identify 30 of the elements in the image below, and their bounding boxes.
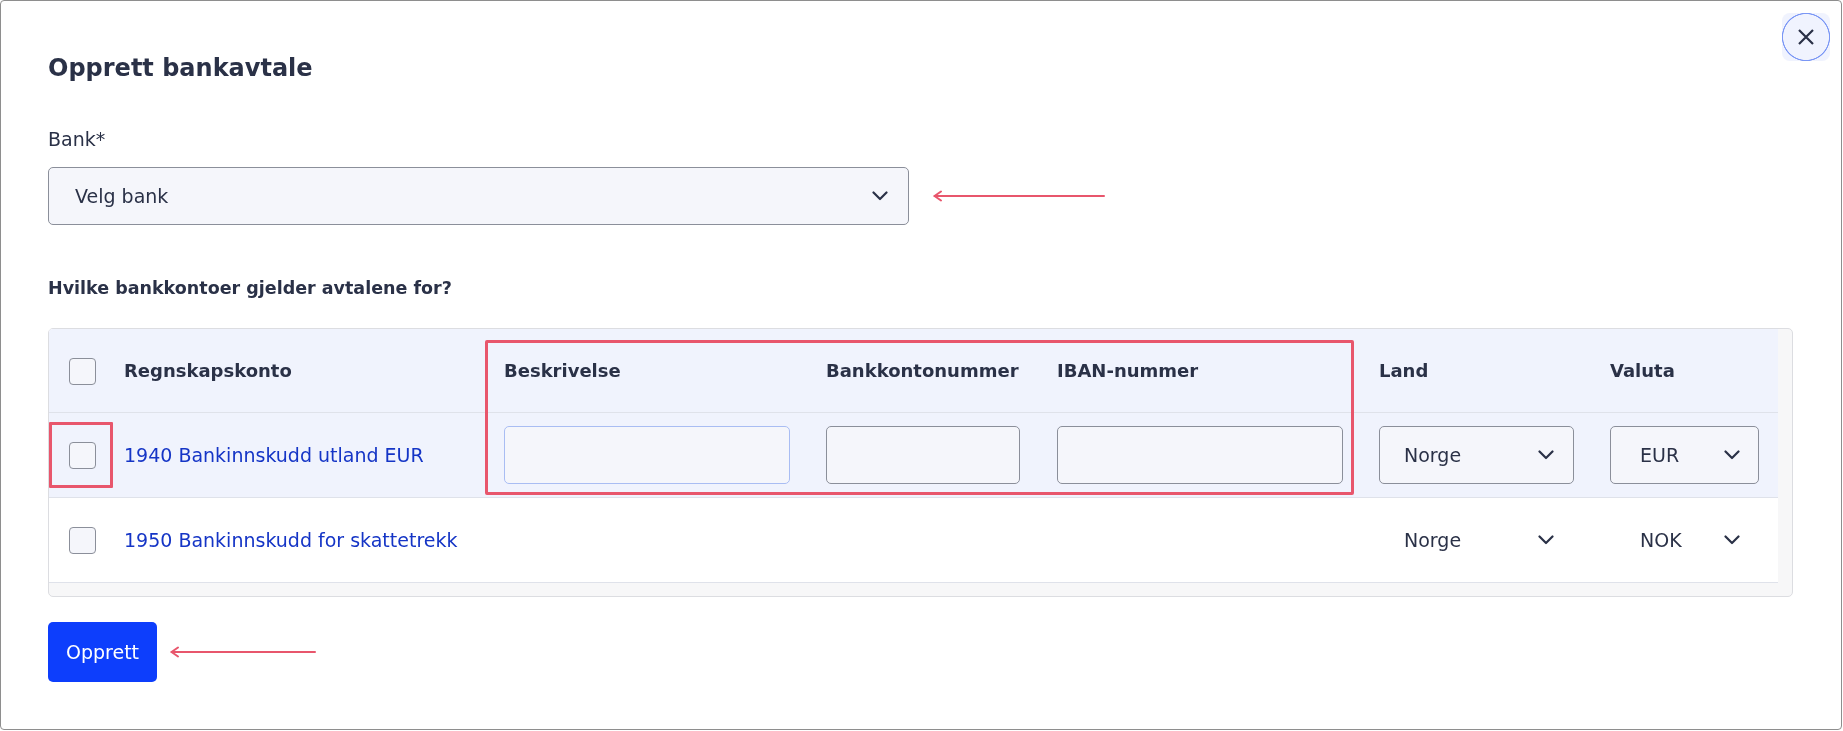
chevron-down-icon (872, 191, 888, 201)
field-label: Bank* (48, 127, 106, 151)
account-link[interactable]: 1950 Bankinnskudd for skattetrekk (124, 529, 458, 551)
column-header: Regnskapskonto (124, 360, 292, 381)
submit-button[interactable]: Opprett (48, 622, 158, 682)
column-header: Beskrivelse (504, 360, 621, 381)
checkbox[interactable] (69, 442, 96, 469)
dialog-title: Opprett bankavtale (48, 53, 313, 83)
country-select[interactable]: Norge (1379, 426, 1574, 484)
close-button[interactable] (1782, 13, 1830, 61)
column-header: IBAN-nummer (1057, 360, 1199, 381)
checkbox[interactable] (69, 527, 96, 554)
column-header: Valuta (1610, 360, 1675, 381)
account-number-input[interactable] (826, 426, 1020, 484)
country-select[interactable]: Norge (1379, 511, 1574, 569)
chevron-down-icon (1538, 450, 1554, 460)
bank-select[interactable]: Velg bank (48, 167, 909, 225)
chevron-down-icon (1724, 535, 1740, 545)
column-header: Bankkontonummer (826, 360, 1019, 381)
description-input[interactable] (504, 426, 790, 484)
iban-input[interactable] (1057, 426, 1343, 484)
section-heading: Hvilke bankkontoer gjelder avtalene for? (48, 277, 452, 300)
close-icon (1797, 28, 1815, 46)
checkbox[interactable] (69, 357, 96, 385)
column-header: Land (1379, 360, 1429, 381)
currency-select[interactable]: NOK (1610, 511, 1759, 569)
chevron-down-icon (1538, 535, 1554, 545)
chevron-down-icon (1724, 450, 1740, 460)
account-link[interactable]: 1940 Bankinnskudd utland EUR (124, 444, 424, 466)
currency-select[interactable]: EUR (1610, 426, 1759, 484)
